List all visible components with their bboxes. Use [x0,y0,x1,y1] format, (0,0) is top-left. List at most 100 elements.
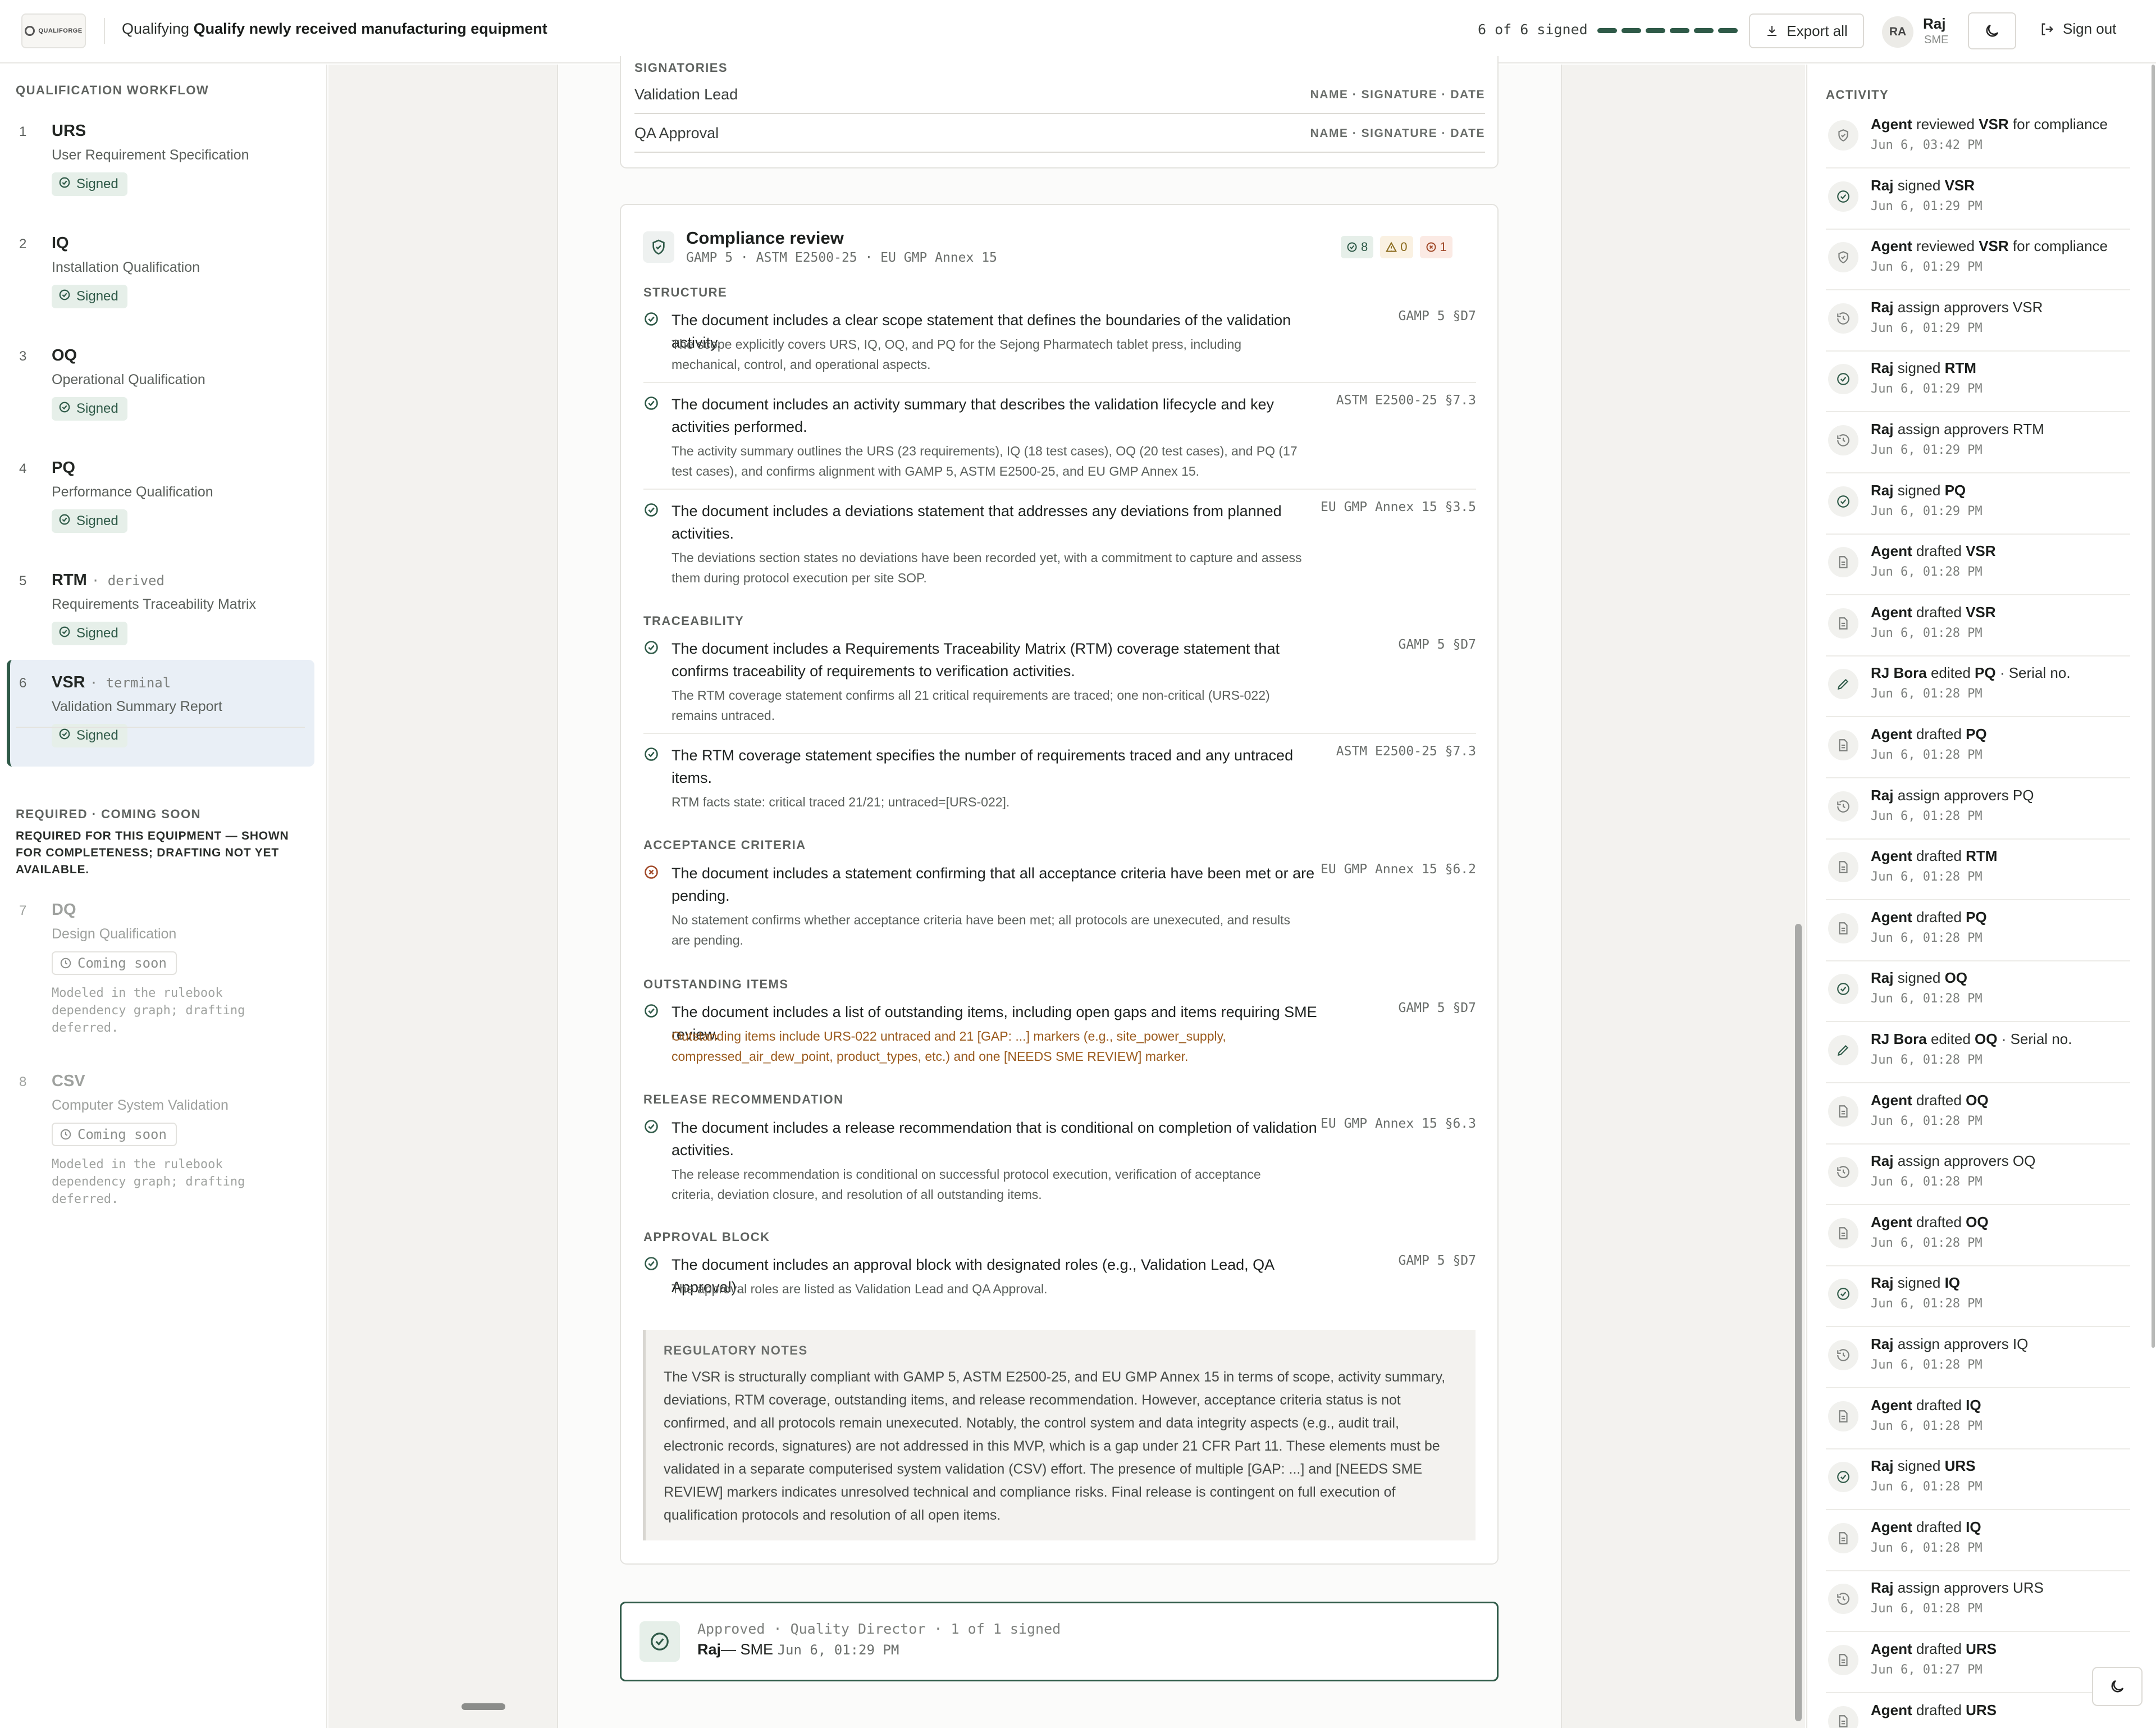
export-all-button[interactable]: Export all [1749,13,1864,48]
activity-scrollbar[interactable] [2152,65,2155,1348]
compliance-item[interactable]: The document includes a list of outstand… [643,1001,1476,1066]
activity-verb: drafted [1916,1518,1962,1535]
activity-text: Agent drafted PQ [1871,909,1987,926]
activity-verb: signed [1897,176,1941,194]
activity-item[interactable]: Raj assign approvers IQ Jun 6, 01:28 PM [1826,1328,2130,1388]
workflow-step-urs[interactable]: 1 URS User Requirement Specification Signed [7,120,314,204]
status-badge: Signed [52,285,127,308]
activity-item[interactable]: Agent drafted OQ Jun 6, 01:28 PM [1826,1084,2130,1145]
compliance-reference: EU GMP Annex 15 §3.5 [1321,500,1476,514]
activity-text: Raj assign approvers OQ [1871,1152,2035,1170]
activity-item[interactable]: Raj assign approvers OQ Jun 6, 01:28 PM [1826,1145,2130,1206]
sign-out-button[interactable]: Sign out [2039,20,2116,38]
document-scrollbar-thumb[interactable] [1795,924,1802,1721]
activity-date: Jun 6, 01:28 PM [1871,1114,1983,1128]
moon-icon [1986,24,1999,37]
activity-item[interactable]: Agent drafted PQ Jun 6, 01:28 PM [1826,901,2130,961]
activity-date: Jun 6, 01:28 PM [1871,1235,1983,1250]
app-logo[interactable]: QUALIFORGE [21,13,86,48]
activity-item[interactable]: Raj signed IQ Jun 6, 01:28 PM [1826,1266,2130,1328]
compliance-reference: GAMP 5 §D7 [1398,637,1476,652]
activity-text: Raj signed OQ [1871,969,1967,987]
workflow-step-oq[interactable]: 3 OQ Operational Qualification Signed [7,344,314,428]
document-icon [1828,852,1858,883]
activity-target: URS [1966,1640,1997,1657]
compliance-reference: ASTM E2500-25 §7.3 [1336,744,1476,759]
activity-target: OQ [1966,1091,1989,1109]
activity-item[interactable]: Agent drafted VSR Jun 6, 01:28 PM [1826,535,2130,596]
regulatory-notes-title: REGULATORY NOTES [664,1343,808,1357]
activity-item[interactable]: Agent drafted URS Jun 6, 01:27 PM [1826,1633,2130,1693]
document-icon [1828,547,1858,578]
activity-date: Jun 6, 01:28 PM [1871,1419,1983,1433]
activity-item[interactable]: Raj assign approvers VSR Jun 6, 01:29 PM [1826,291,2130,352]
activity-item[interactable]: Raj assign approvers URS Jun 6, 01:28 PM [1826,1571,2130,1633]
section-label: APPROVAL BLOCK [643,1230,770,1244]
status-badge-label: Signed [76,176,118,192]
activity-item[interactable]: Agent drafted IQ Jun 6, 01:28 PM [1826,1511,2130,1571]
activity-item[interactable]: Raj signed URS Jun 6, 01:28 PM [1826,1449,2130,1511]
activity-actor: Raj [1871,1457,1894,1475]
section-label: ACCEPTANCE CRITERIA [643,838,806,852]
workflow-step-iq[interactable]: 2 IQ Installation Qualification Signed [7,232,314,316]
activity-target: VSR [1979,238,2009,255]
activity-item[interactable]: Raj signed VSR Jun 6, 01:29 PM [1826,169,2130,230]
avatar[interactable]: RA [1882,16,1913,48]
activity-actor: Agent [1871,542,1912,560]
compliance-item[interactable]: The document includes a deviations state… [643,500,1476,588]
compliance-item[interactable]: The document includes a statement confir… [643,862,1476,950]
compliance-item[interactable]: The document includes a release recommen… [643,1116,1476,1205]
item-divider [643,382,1476,383]
step-code: IQ [52,234,69,253]
activity-suffix: for compliance [2012,238,2108,255]
activity-item[interactable]: RJ Bora edited OQ · Serial no. Jun 6, 01:… [1826,1023,2130,1083]
activity-date: Jun 6, 01:29 PM [1871,199,1983,213]
activity-item[interactable]: RJ Bora edited PQ · Serial no. Jun 6, 01:… [1826,656,2130,718]
activity-item[interactable]: Agent drafted PQ Jun 6, 01:28 PM [1826,718,2130,778]
activity-item[interactable]: Agent reviewed VSR for compliance Jun 6, … [1826,230,2130,291]
activity-item[interactable]: Agent reviewed VSR for compliance Jun 6, … [1826,108,2130,168]
activity-date: Jun 6, 01:28 PM [1871,931,1983,945]
check-circle-icon [58,728,71,744]
activity-actor: Raj [1871,298,1894,316]
activity-actor: Agent [1871,1396,1912,1414]
activity-target: IQ [1944,1274,1961,1292]
activity-item[interactable]: Agent drafted IQ Jun 6, 01:28 PM [1826,1389,2130,1449]
compliance-item[interactable]: The document includes an approval block … [643,1253,1476,1299]
document-icon [1828,1218,1858,1248]
compliance-claim: The document includes a Requirements Tra… [672,640,1280,680]
workflow-step-vsr[interactable]: 6 VSR · terminal Validation Summary Report… [7,660,314,767]
theme-toggle-button[interactable] [1968,12,2016,49]
compliance-item[interactable]: The document includes an activity summar… [643,393,1476,481]
activity-item[interactable]: Agent drafted OQ Jun 6, 01:28 PM [1826,1206,2130,1266]
sign-out-label: Sign out [2063,20,2117,37]
activity-item[interactable]: Raj assign approvers RTM Jun 6, 01:29 PM [1826,413,2130,473]
activity-text: Raj signed VSR [1871,177,1975,194]
compliance-counts: 8 0 1 [1341,236,1452,258]
status-badge-label: Signed [76,626,118,641]
activity-item[interactable]: Raj signed RTM Jun 6, 01:29 PM [1826,352,2130,413]
step-code-text: PQ [52,459,75,477]
workflow-step-rtm[interactable]: 5 RTM · derived Requirements Traceability … [7,569,314,653]
workflow-step-pq[interactable]: 4 PQ Performance Qualification Signed [7,457,314,541]
activity-text: Raj signed IQ [1871,1274,1960,1292]
activity-item[interactable]: Raj assign approvers PQ Jun 6, 01:28 PM [1826,779,2130,840]
resize-handle[interactable] [462,1703,505,1710]
status-badge-label: Signed [76,289,118,304]
compliance-item[interactable]: The document includes a Requirements Tra… [643,637,1476,726]
progress-segment [1718,28,1738,33]
activity-text: Agent drafted VSR [1871,604,1996,621]
activity-actor: Raj [1871,481,1894,499]
activity-item[interactable]: Raj signed OQ Jun 6, 01:28 PM [1826,961,2130,1023]
check-circle-icon [643,640,659,655]
compliance-item[interactable]: The RTM coverage statement specifies the… [643,744,1476,812]
activity-item[interactable]: Agent drafted RTM Jun 6, 01:28 PM [1826,840,2130,901]
activity-item[interactable]: Raj signed PQ Jun 6, 01:29 PM [1826,474,2130,535]
export-all-label: Export all [1787,22,1848,39]
compliance-detail: The release recommendation is conditiona… [672,1167,1261,1202]
compliance-item[interactable]: The document includes a clear scope stat… [643,309,1476,375]
activity-item[interactable]: Agent drafted VSR Jun 6, 01:28 PM [1826,596,2130,656]
activity-item[interactable]: Agent drafted URS [1826,1694,2130,1728]
step-tag: · derived [91,573,165,589]
theme-toggle-floating-button[interactable] [2092,1667,2143,1706]
